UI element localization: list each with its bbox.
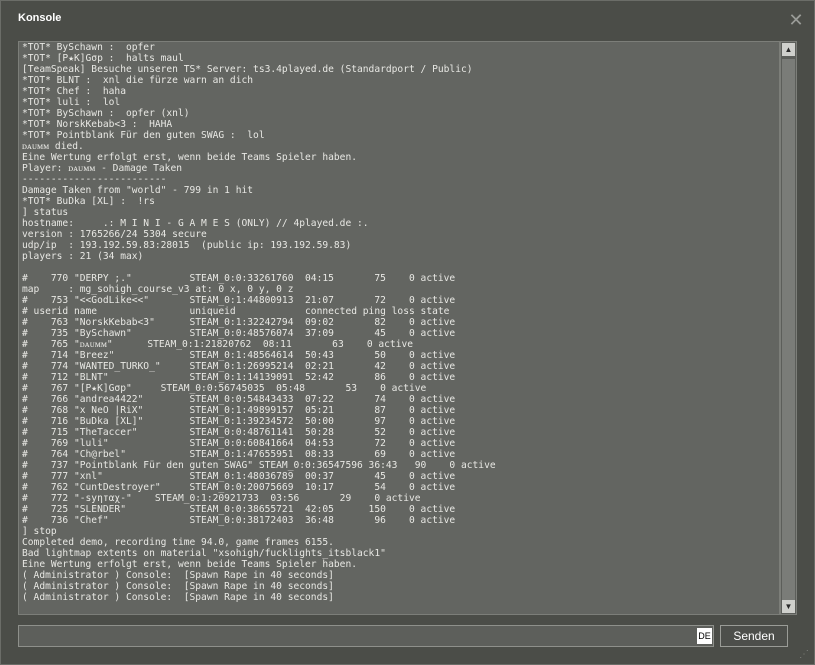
console-line: # 767 "[P★K]Gσp" STEAM_0:0:56745035 05:4… [22, 383, 427, 394]
console-line: Eine Wertung erfolgt erst, wenn beide Te… [22, 559, 358, 570]
console-log: *TOT* BySchawn : opfer *TOT* [P★K]Gσp : h… [22, 42, 496, 603]
window-title: Konsole [18, 12, 62, 24]
console-line: *TOT* luli : lol [22, 97, 121, 108]
console-line: udp/ip : 193.192.59.83:28015 (public ip:… [22, 240, 352, 251]
console-output[interactable]: *TOT* BySchawn : opfer *TOT* [P★K]Gσp : h… [18, 41, 780, 615]
console-line: *TOT* NorskKebab<3 : HAHA [22, 119, 173, 130]
scroll-up-icon[interactable]: ▲ [782, 43, 795, 56]
console-line: *TOT* Chef : haha [22, 86, 126, 97]
console-line: # 762 "CuntDestroyer" STEAM_0:0:20075669… [22, 482, 456, 493]
console-line: # 736 "Chef" STEAM_0:0:38172403 36:48 96… [22, 515, 456, 526]
console-line: [TeamSpeak] Besuche unseren TS* Server: … [22, 64, 473, 75]
console-line: version : 1765266/24 5304 secure [22, 229, 207, 240]
console-line: ( Administrator ) Console: [Spawn Rape i… [22, 581, 334, 592]
console-line: # 753 "<<GodLike<<" STEAM_0:1:44800913 2… [22, 295, 456, 306]
console-line: # 725 "SLENDER" STEAM_0:0:38655721 42:05… [22, 504, 456, 515]
console-line: *TOT* BySchawn : opfer (xnl) [22, 108, 190, 119]
console-line: ------------------------- [22, 174, 167, 185]
console-line: *TOT* BySchawn : opfer [22, 42, 155, 53]
title-bar[interactable]: Konsole ✕ [1, 1, 814, 35]
console-line: ( Administrator ) Console: [Spawn Rape i… [22, 570, 334, 581]
send-button[interactable]: Senden [720, 625, 788, 647]
console-line: *TOT* [P★K]Gσp : halts maul [22, 53, 184, 64]
scroll-thumb[interactable] [782, 59, 795, 604]
console-line: # 737 "Pointblank Für den guten SWAG" ST… [22, 460, 496, 471]
console-line: players : 21 (34 max) [22, 251, 144, 262]
console-line: # 714 "Breez" STEAM_0:1:48564614 50:43 5… [22, 350, 456, 361]
scroll-down-icon[interactable]: ▼ [782, 600, 795, 613]
console-window: Konsole ✕ *TOT* BySchawn : opfer *TOT* [P… [0, 0, 815, 665]
console-line: # 764 "Ch@rbel" STEAM_0:1:47655951 08:33… [22, 449, 456, 460]
console-line: # 763 "NorskKebab<3" STEAM_0:1:32242794 … [22, 317, 456, 328]
console-line: # 772 "-ѕуηтαχ-" STEAM_0:1:20921733 03:5… [22, 493, 421, 504]
console-line: # 766 "andrea4422" STEAM_0:0:54843433 07… [22, 394, 456, 405]
console-line: *TOT* BuDka [XL] : !rs [22, 196, 155, 207]
console-line: Bad lightmap extents on material "xsohig… [22, 548, 386, 559]
console-line: # 770 "DERPY ;." STEAM_0:0:33261760 04:1… [22, 273, 456, 284]
console-line: *TOT* Pointblank Für den guten SWAG : lo… [22, 130, 265, 141]
console-scrollbar[interactable]: ▲ ▼ [780, 41, 797, 615]
console-line: # 716 "BuDka [XL]" STEAM_0:1:39234572 50… [22, 416, 456, 427]
console-line: # 712 "BLNT" STEAM_0:1:14139091 52:42 86… [22, 372, 456, 383]
console-line: # 735 "BySchawn" STEAM_0:0:48576074 37:0… [22, 328, 456, 339]
console-line: # 768 "x NeO |RiX" STEAM_0:1:49899157 05… [22, 405, 456, 416]
close-icon[interactable]: ✕ [786, 10, 806, 30]
command-input-container[interactable]: DE [18, 625, 714, 647]
console-line: # 777 "xnl" STEAM_0:1:48036789 00:37 45 … [22, 471, 456, 482]
console-line: ᴅᴀᴜᴍᴍ died. [22, 141, 84, 152]
console-line: # 774 "WANTED_TURKO_" STEAM_0:1:26995214… [22, 361, 456, 372]
console-line: Eine Wertung erfolgt erst, wenn beide Te… [22, 152, 358, 163]
console-line: ] stop [22, 526, 57, 537]
console-line: ( Administrator ) Console: [Spawn Rape i… [22, 592, 334, 603]
command-input[interactable] [19, 626, 695, 646]
console-line: map : mg_sohigh_course_v3 at: 0 x, 0 y, … [22, 284, 294, 295]
console-line: # 715 "TheTaccer" STEAM_0:0:48761141 50:… [22, 427, 456, 438]
console-line: # 769 "luli" STEAM_0:0:60841664 04:53 72… [22, 438, 456, 449]
console-line: Damage Taken from "world" - 799 in 1 hit [22, 185, 254, 196]
console-line: Completed demo, recording time 94.0, gam… [22, 537, 334, 548]
console-line: hostname: .: M I N I - G A M E S (ONLY) … [22, 218, 369, 229]
console-line: *TOT* BLNT : xnl die fürze warn an dich [22, 75, 254, 86]
console-line: Player: ᴅᴀᴜᴍᴍ - Damage Taken [22, 163, 182, 174]
console-line: # 765 "ᴅᴀᴜᴍᴍ" STEAM_0:1:21820762 08:11 6… [22, 339, 414, 350]
console-line: ] status [22, 207, 69, 218]
language-indicator: DE [697, 628, 712, 644]
console-line: # userid name uniqueid connected ping lo… [22, 306, 450, 317]
resize-grip-icon[interactable]: ⋰ [799, 649, 811, 661]
